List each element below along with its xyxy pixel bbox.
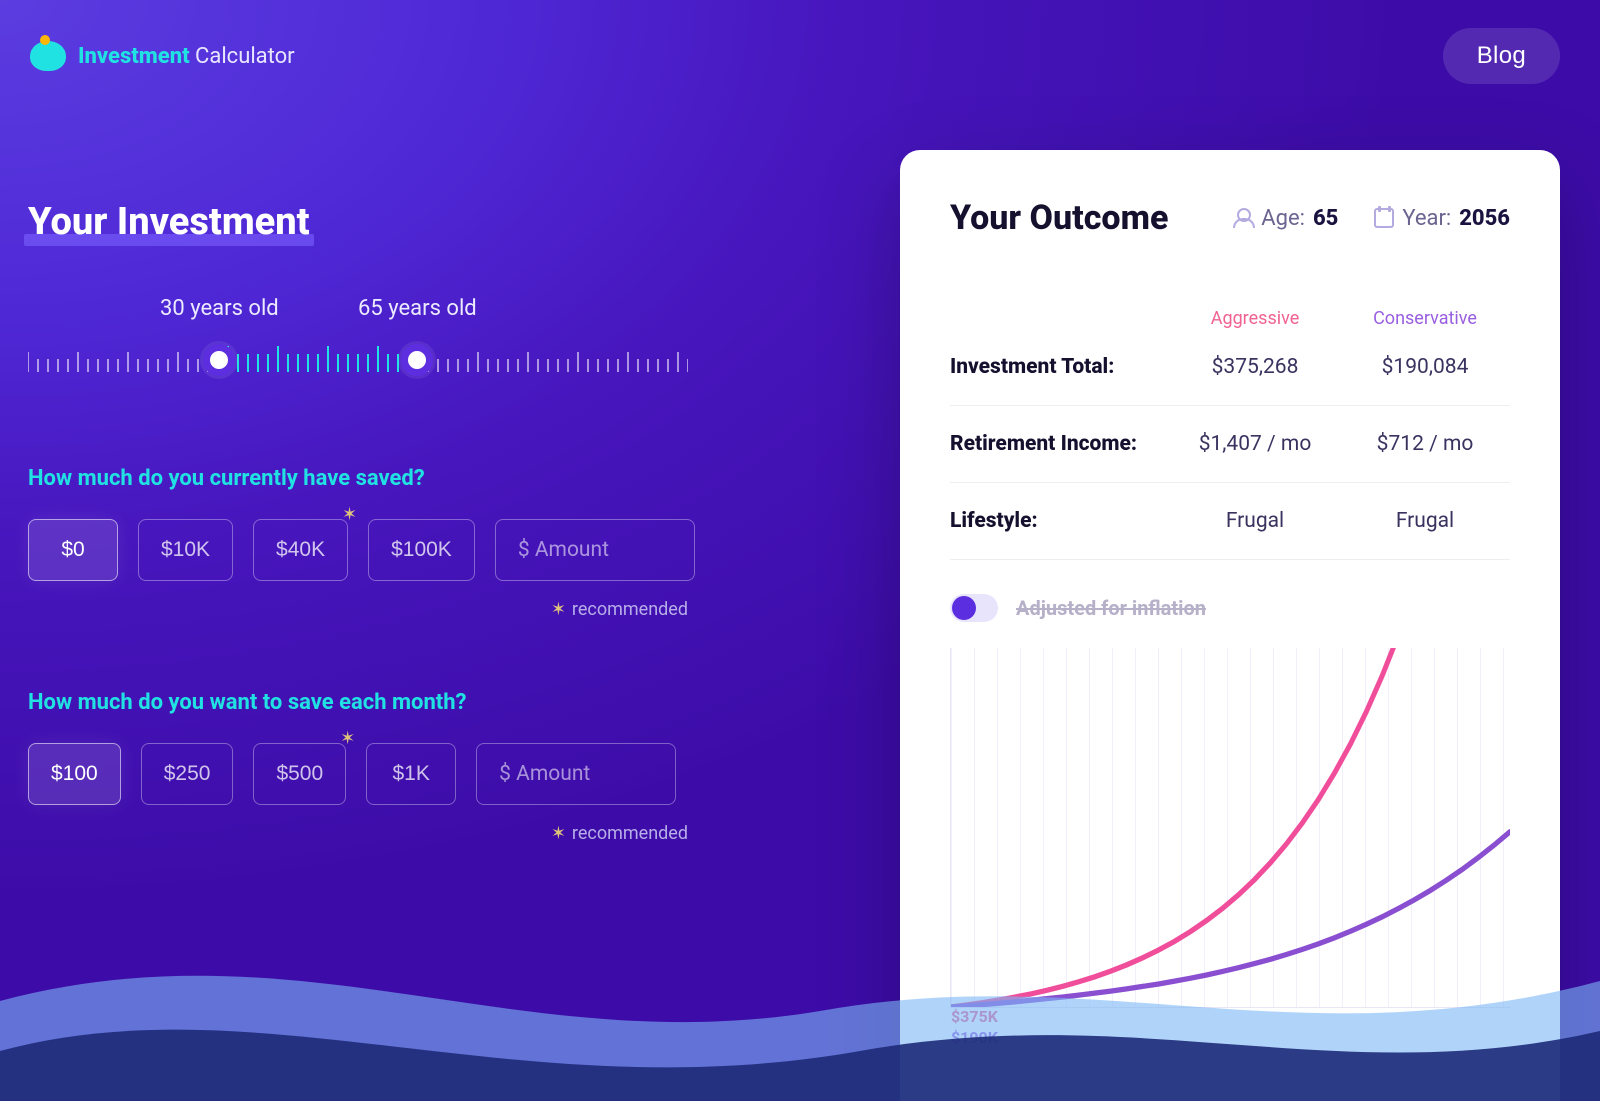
col-header-aggressive: Aggressive	[1170, 308, 1340, 329]
age-range-slider[interactable]: 30 years old 65 years old	[28, 296, 748, 396]
monthly-chip-1[interactable]: $250	[141, 743, 234, 805]
table-row: Retirement Income:$1,407 / mo$712 / mo	[950, 405, 1510, 482]
person-icon	[1233, 208, 1253, 228]
brand-word-a: Investment	[78, 44, 190, 69]
meta-year-value: 2056	[1459, 206, 1510, 231]
row-value-aggressive: Frugal	[1170, 509, 1340, 533]
slider-age-label: 30 years old	[160, 296, 279, 321]
row-label: Lifestyle:	[950, 509, 1170, 533]
row-value-aggressive: $375,268	[1170, 355, 1340, 379]
saved-chip-group: $0 $10K $40K✶ $100K $ Amount	[28, 519, 748, 581]
meta-year-label: Year:	[1402, 206, 1451, 231]
table-row: Investment Total:$375,268$190,084	[950, 329, 1510, 405]
inflation-toggle[interactable]	[950, 594, 998, 622]
monthly-chip-2[interactable]: $500✶	[253, 743, 346, 805]
monthly-chip-0[interactable]: $100	[28, 743, 121, 805]
brand[interactable]: Investment Calculator	[30, 41, 295, 71]
col-header-conservative: Conservative	[1340, 308, 1510, 329]
saved-chip-1[interactable]: $10K	[138, 519, 233, 581]
monthly-chip-3[interactable]: $1K	[366, 743, 456, 805]
meta-age: Age: 65	[1233, 206, 1338, 231]
growth-chart: $375K $190K	[950, 648, 1510, 1008]
question-saved: How much do you currently have saved?	[28, 466, 748, 491]
outcome-card: Your Outcome Age: 65 Year: 2056 Aggressive…	[900, 150, 1560, 1101]
row-value-conservative: $712 / mo	[1340, 432, 1510, 456]
row-value-conservative: $190,084	[1340, 355, 1510, 379]
meta-age-label: Age:	[1261, 206, 1305, 231]
row-label: Investment Total:	[950, 355, 1170, 379]
table-row: Lifestyle:FrugalFrugal	[950, 482, 1510, 560]
meta-year: Year: 2056	[1374, 206, 1510, 231]
saved-chip-2[interactable]: $40K✶	[253, 519, 348, 581]
recommended-note-saved: ✶ recommended	[28, 599, 748, 620]
recommended-text: recommended	[572, 599, 688, 620]
row-label: Retirement Income:	[950, 432, 1170, 456]
saved-amount-input[interactable]: $ Amount	[495, 519, 695, 581]
recommended-note-monthly: ✶ recommended	[28, 823, 748, 844]
recommended-text: recommended	[572, 823, 688, 844]
calendar-icon	[1374, 208, 1394, 228]
chart-end-label-conservative: $190K	[951, 1028, 998, 1049]
meta-age-value: 65	[1313, 206, 1338, 231]
saved-chip-0[interactable]: $0	[28, 519, 118, 581]
row-value-aggressive: $1,407 / mo	[1170, 432, 1340, 456]
outcome-title: Your Outcome	[950, 198, 1168, 238]
sparkle-icon: ✶	[342, 504, 357, 525]
row-value-conservative: Frugal	[1340, 509, 1510, 533]
blog-button[interactable]: Blog	[1443, 28, 1560, 84]
ruler-icon	[28, 338, 688, 372]
question-monthly: How much do you want to save each month?	[28, 690, 748, 715]
investment-title: Your Investment	[28, 200, 310, 244]
piggy-bank-icon	[30, 41, 66, 71]
monthly-chip-group: $100 $250 $500✶ $1K $ Amount	[28, 743, 748, 805]
slider-knob-start[interactable]	[203, 344, 235, 376]
inflation-toggle-label: Adjusted for inflation	[1016, 596, 1206, 620]
slider-retire-label: 65 years old	[358, 296, 477, 321]
sparkle-icon: ✶	[340, 728, 355, 749]
slider-knob-end[interactable]	[401, 344, 433, 376]
sparkle-icon: ✶	[551, 599, 566, 620]
saved-chip-3[interactable]: $100K	[368, 519, 475, 581]
brand-word-b: Calculator	[190, 44, 295, 69]
chart-end-label-aggressive: $375K	[951, 1007, 998, 1028]
monthly-amount-input[interactable]: $ Amount	[476, 743, 676, 805]
sparkle-icon: ✶	[551, 823, 566, 844]
